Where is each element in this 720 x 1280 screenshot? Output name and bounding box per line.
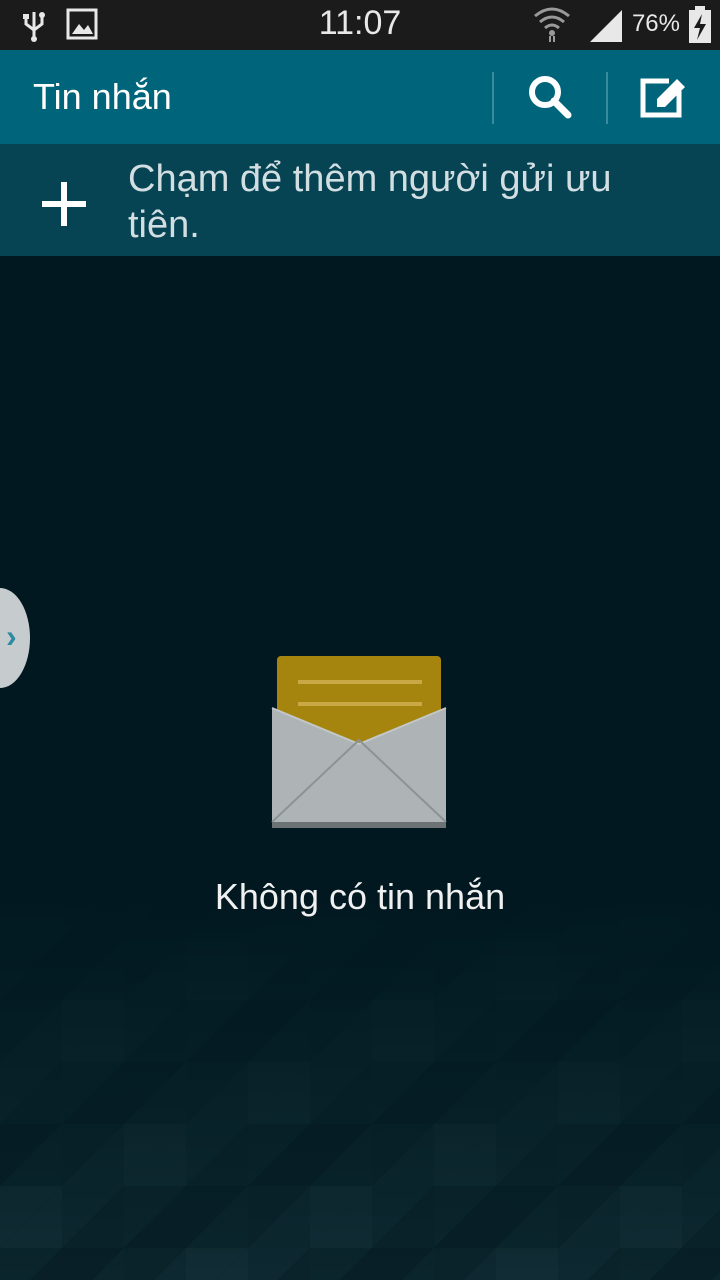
- envelope-icon: [271, 656, 447, 828]
- status-bar: 11:07 76%: [0, 0, 720, 50]
- priority-senders-hint: Chạm để thêm người gửi ưu tiên.: [128, 158, 612, 246]
- compose-button[interactable]: [608, 50, 718, 144]
- signal-icon: [590, 10, 622, 42]
- compose-icon: [640, 78, 685, 118]
- chevron-right-icon[interactable]: ›: [6, 618, 17, 655]
- message-list-area: Không có tin nhắn: [0, 256, 720, 1280]
- plus-icon[interactable]: [40, 180, 88, 228]
- search-icon: [529, 76, 572, 119]
- empty-state-message: Không có tin nhắn: [214, 876, 506, 917]
- wifi-icon: [534, 7, 570, 42]
- battery-charging-icon: [689, 6, 711, 43]
- priority-senders-bar[interactable]: Chạm để thêm người gửi ưu tiên.: [0, 144, 720, 256]
- divider: [492, 72, 494, 124]
- search-button[interactable]: [495, 50, 605, 144]
- battery-percentage: 76%: [631, 10, 680, 37]
- action-bar: Tin nhắn: [0, 50, 720, 144]
- page-title: Tin nhắn: [33, 76, 172, 117]
